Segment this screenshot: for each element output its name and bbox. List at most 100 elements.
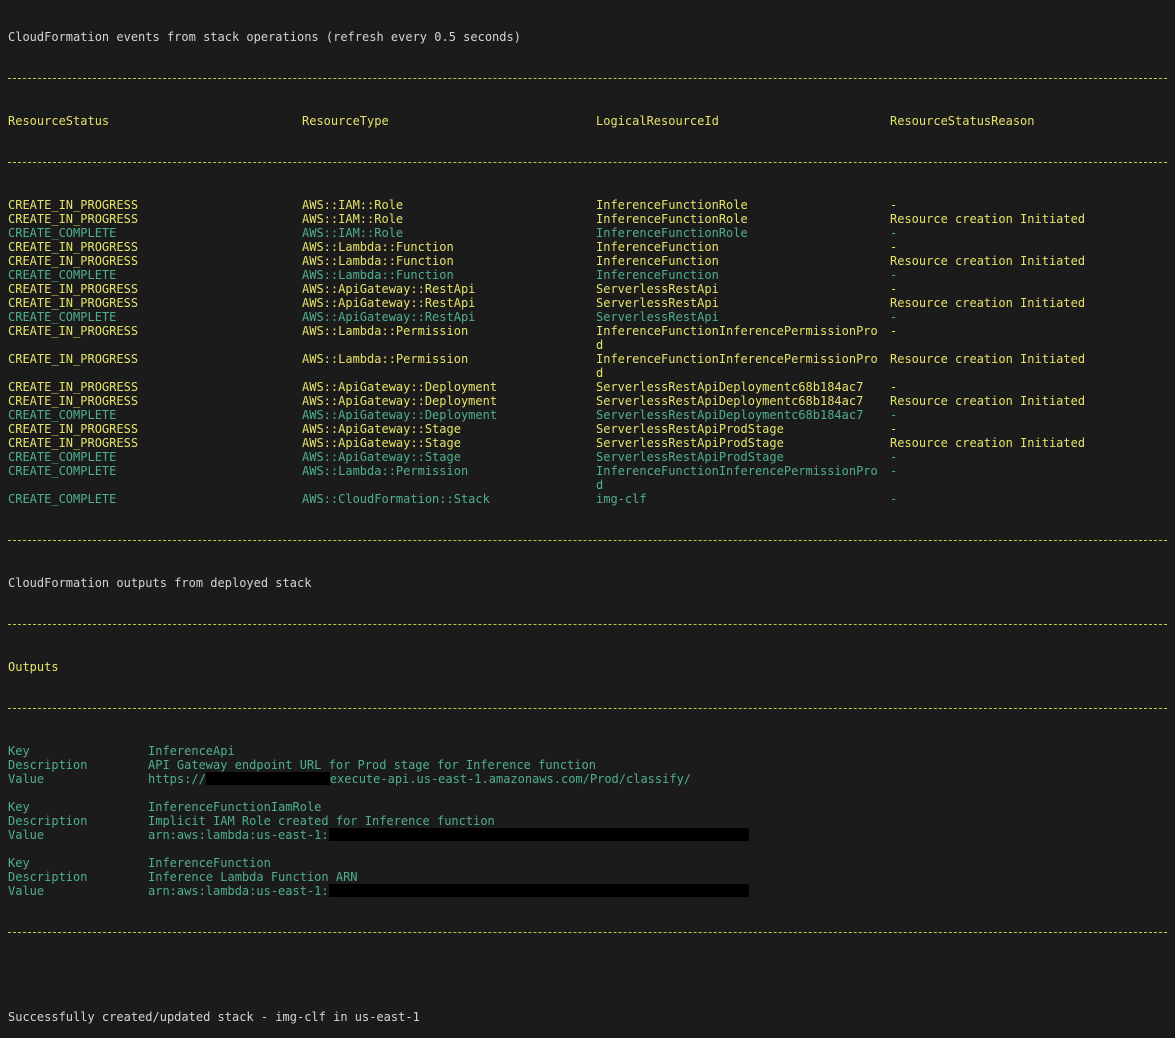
event-resource-type: AWS::ApiGateway::Stage [302, 436, 461, 450]
event-row: CREATE_IN_PROGRESS AWS::IAM::Role Inferenc… [8, 212, 1167, 226]
event-logical-id: InferenceFunctionInferencePermissionPro [596, 352, 878, 366]
divider [8, 618, 1167, 632]
empty-cell [8, 338, 302, 352]
output-description: Description Implicit IAM Role created for… [8, 814, 1167, 828]
divider [8, 926, 1167, 940]
event-row: CREATE_COMPLETE AWS::CloudFormation::Stac… [8, 492, 1167, 506]
event-status: CREATE_IN_PROGRESS [8, 380, 139, 394]
output-value-value: arn:aws:lambda:us-east-1: [148, 884, 1167, 898]
event-resource-type: AWS::ApiGateway::RestApi [302, 310, 476, 324]
event-logical-id: InferenceFunctionInferencePermissionPro [596, 464, 878, 478]
output-value-prefix: arn:aws:lambda:us-east-1: [148, 884, 329, 898]
divider [8, 534, 1167, 548]
event-status: CREATE_COMPLETE [8, 408, 117, 422]
event-row-continuation: d [8, 338, 1167, 352]
output-value-label: Value [8, 772, 45, 786]
event-row: CREATE_COMPLETE AWS::Lambda::Function Infe… [8, 268, 1167, 282]
event-logical-id: ServerlessRestApi [596, 310, 719, 324]
header-status-reason: ResourceStatusReason [890, 114, 1035, 128]
divider [8, 72, 1167, 86]
event-resource-type: AWS::IAM::Role [302, 212, 404, 226]
event-status-reason: - [890, 310, 898, 324]
event-resource-type: AWS::Lambda::Permission [302, 464, 469, 478]
event-row: CREATE_IN_PROGRESS AWS::Lambda::Function I… [8, 254, 1167, 268]
output-value: Value arn:aws:lambda:us-east-1: [8, 884, 1167, 898]
event-resource-type: AWS::ApiGateway::Deployment [302, 394, 498, 408]
event-status-reason: Resource creation Initiated [890, 394, 1086, 408]
output-key-value: InferenceFunctionIamRole [148, 800, 322, 814]
event-row: CREATE_IN_PROGRESS AWS::ApiGateway::Deplo… [8, 394, 1167, 408]
event-row: CREATE_COMPLETE AWS::ApiGateway::RestApi S… [8, 310, 1167, 324]
output-description: Description API Gateway endpoint URL for … [8, 758, 1167, 772]
event-logical-id: InferenceFunctionRole [596, 212, 748, 226]
event-row: CREATE_IN_PROGRESS AWS::ApiGateway::Deplo… [8, 380, 1167, 394]
event-status: CREATE_COMPLETE [8, 450, 117, 464]
output-key: Key InferenceApi [8, 744, 1167, 758]
event-row: CREATE_COMPLETE AWS::ApiGateway::Stage Ser… [8, 450, 1167, 464]
event-logical-id: InferenceFunctionRole [596, 198, 748, 212]
event-row: CREATE_COMPLETE AWS::Lambda::Permission In… [8, 464, 1167, 478]
event-resource-type: AWS::ApiGateway::Stage [302, 450, 461, 464]
events-table-header: ResourceStatus ResourceType LogicalResou… [8, 114, 1167, 128]
output-description-value: Inference Lambda Function ARN [148, 870, 358, 884]
event-logical-id-wrap: d [596, 478, 604, 492]
empty-cell [302, 338, 596, 352]
events-table-body: CREATE_IN_PROGRESS AWS::IAM::Role Inferenc… [8, 198, 1167, 506]
event-resource-type: AWS::Lambda::Permission [302, 324, 469, 338]
event-logical-id: ServerlessRestApiProdStage [596, 450, 784, 464]
event-logical-id: ServerlessRestApiProdStage [596, 436, 784, 450]
event-logical-id: ServerlessRestApiProdStage [596, 422, 784, 436]
output-value-label: Value [8, 884, 45, 898]
output-value: Value arn:aws:lambda:us-east-1: [8, 828, 1167, 842]
event-status: CREATE_COMPLETE [8, 310, 117, 324]
event-logical-id: img-clf [596, 492, 647, 506]
event-status: CREATE_IN_PROGRESS [8, 212, 139, 226]
output-value: Value https:// execute-api.us-east-1.amazo… [8, 772, 1167, 786]
event-status-reason: - [890, 226, 898, 240]
event-logical-id: InferenceFunctionRole [596, 226, 748, 240]
empty-cell [302, 366, 596, 380]
event-row: CREATE_COMPLETE AWS::IAM::Role InferenceFu… [8, 226, 1167, 240]
event-resource-type: AWS::Lambda::Function [302, 254, 454, 268]
event-status-reason: - [890, 450, 898, 464]
event-logical-id-wrap: d [596, 366, 604, 380]
event-resource-type: AWS::ApiGateway::Deployment [302, 380, 498, 394]
event-status-reason: Resource creation Initiated [890, 296, 1086, 310]
empty-cell [8, 478, 302, 492]
event-status-reason: - [890, 268, 898, 282]
event-logical-id: InferenceFunction [596, 240, 719, 254]
empty-cell [302, 478, 596, 492]
event-row: CREATE_COMPLETE AWS::ApiGateway::Deployme… [8, 408, 1167, 422]
event-status: CREATE_IN_PROGRESS [8, 282, 139, 296]
event-row-continuation: d [8, 478, 1167, 492]
divider [8, 156, 1167, 170]
event-status-reason: - [890, 324, 898, 338]
divider [8, 702, 1167, 716]
event-resource-type: AWS::ApiGateway::Deployment [302, 408, 498, 422]
event-status: CREATE_IN_PROGRESS [8, 324, 139, 338]
event-status: CREATE_COMPLETE [8, 492, 117, 506]
event-status: CREATE_IN_PROGRESS [8, 394, 139, 408]
output-key-label: Key [8, 800, 30, 814]
event-row: CREATE_IN_PROGRESS AWS::Lambda::Permissio… [8, 352, 1167, 366]
event-status-reason: - [890, 408, 898, 422]
empty-cell [890, 478, 1167, 492]
event-logical-id: ServerlessRestApiDeploymentc68b184ac7 [596, 394, 864, 408]
output-value-value: https:// execute-api.us-east-1.amazonaws.… [148, 772, 1167, 786]
event-resource-type: AWS::Lambda::Permission [302, 352, 469, 366]
terminal-window[interactable]: CloudFormation events from stack operati… [0, 0, 1175, 1024]
event-row: CREATE_IN_PROGRESS AWS::ApiGateway::RestA… [8, 296, 1167, 310]
output-value-value: arn:aws:lambda:us-east-1: [148, 828, 1167, 842]
header-logical-resource-id: LogicalResourceId [596, 114, 719, 128]
event-logical-id: InferenceFunction [596, 254, 719, 268]
event-row: CREATE_IN_PROGRESS AWS::ApiGateway::RestA… [8, 282, 1167, 296]
event-status: CREATE_COMPLETE [8, 464, 117, 478]
output-value-suffix: execute-api.us-east-1.amazonaws.com/Prod… [329, 772, 692, 786]
output-description-value: API Gateway endpoint URL for Prod stage … [148, 758, 596, 772]
events-title: CloudFormation events from stack operati… [8, 30, 521, 44]
event-row: CREATE_IN_PROGRESS AWS::IAM::Role Inferenc… [8, 198, 1167, 212]
event-status-reason: - [890, 492, 898, 506]
